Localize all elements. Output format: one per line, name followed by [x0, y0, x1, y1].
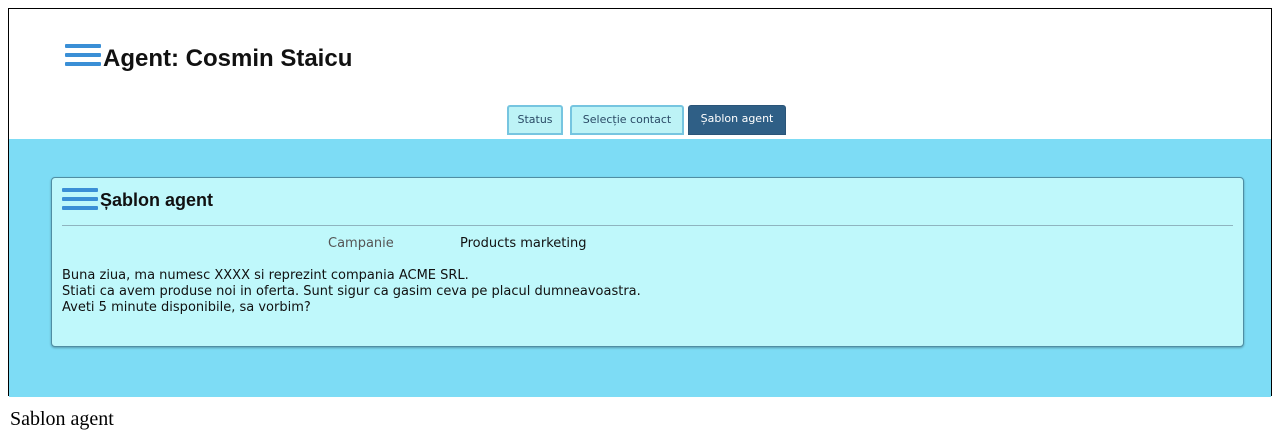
menu-icon-bar [65, 44, 101, 48]
hamburger-menu-icon[interactable] [62, 188, 98, 215]
panel-title: Șablon agent [100, 190, 214, 210]
tab-bar: Status Selecție contact Șablon agent [9, 105, 1271, 137]
menu-icon-bar [65, 62, 101, 66]
menu-icon-bar [65, 53, 101, 57]
page-title: Agent: Cosmin Staicu [103, 45, 353, 72]
app-frame: Agent: Cosmin Staicu Status Selecție con… [8, 8, 1272, 397]
divider [62, 225, 1233, 226]
script-line: Stiati ca avem produse noi in oferta. Su… [62, 284, 641, 299]
tab-sablon-agent[interactable]: Șablon agent [688, 105, 786, 135]
main-content: Șablon agent Campanie Products marketing… [9, 139, 1271, 397]
page-header: Agent: Cosmin Staicu Status Selecție con… [9, 9, 1271, 139]
agent-script: Buna ziua, ma numesc XXXX si reprezint c… [62, 268, 641, 316]
campaign-value: Products marketing [460, 236, 587, 251]
template-panel: Șablon agent Campanie Products marketing… [51, 177, 1244, 347]
page-caption: Sablon agent [10, 408, 114, 430]
tab-status[interactable]: Status [507, 105, 563, 135]
hamburger-menu-icon[interactable] [65, 44, 101, 71]
menu-icon-bar [62, 197, 98, 201]
script-line: Aveti 5 minute disponibile, sa vorbim? [62, 300, 311, 315]
campaign-label: Campanie [328, 236, 394, 251]
menu-icon-bar [62, 206, 98, 210]
tab-selectie-contact[interactable]: Selecție contact [570, 105, 684, 135]
menu-icon-bar [62, 188, 98, 192]
script-line: Buna ziua, ma numesc XXXX si reprezint c… [62, 268, 469, 283]
